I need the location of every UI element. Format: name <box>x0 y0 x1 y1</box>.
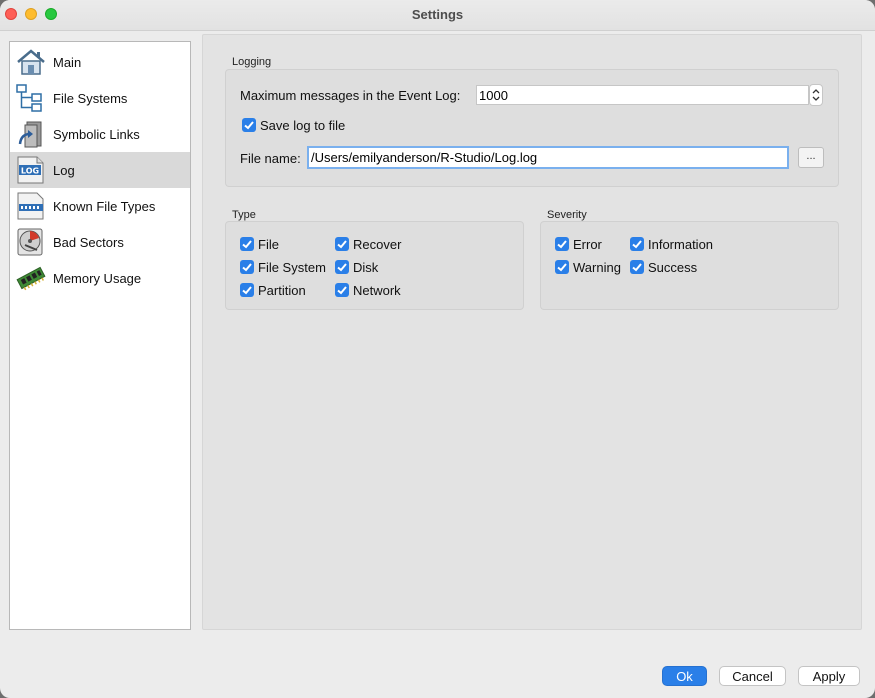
house-icon <box>17 49 45 75</box>
window-title: Settings <box>411 7 464 22</box>
file-name-label: File name: <box>240 151 301 166</box>
sidebar-item-log[interactable]: LOG Log <box>10 152 190 188</box>
checkmark-icon <box>557 263 567 272</box>
title-bar: Settings <box>0 0 875 31</box>
type-partition-checkbox[interactable] <box>240 283 254 297</box>
checkmark-icon <box>632 240 642 249</box>
sidebar-item-label: File Systems <box>53 91 128 106</box>
severity-success-checkbox[interactable] <box>630 260 644 274</box>
type-group-title: Type <box>232 209 256 221</box>
checkmark-icon <box>557 240 567 249</box>
file-name-input[interactable]: /Users/emilyanderson/R-Studio/Log.log <box>307 146 789 169</box>
checkmark-icon <box>632 263 642 272</box>
memory-chip-icon <box>16 266 46 291</box>
cancel-button[interactable]: Cancel <box>719 666 786 686</box>
checkmark-icon <box>242 263 252 272</box>
max-messages-input[interactable]: 1000 <box>476 85 809 105</box>
checkmark-icon <box>244 121 254 130</box>
checkmark-icon <box>242 286 252 295</box>
svg-text:LOG: LOG <box>21 167 39 176</box>
logging-group-title: Logging <box>232 56 272 68</box>
settings-window: Settings Main File Systems Symbolic Link… <box>0 0 875 698</box>
sidebar-item-file-systems[interactable]: File Systems <box>10 80 190 116</box>
sidebar-item-label: Symbolic Links <box>53 127 140 142</box>
browse-button[interactable]: ... <box>798 147 824 168</box>
save-log-label: Save log to file <box>260 118 346 133</box>
stepper-arrows-icon <box>812 89 820 101</box>
checkmark-icon <box>337 286 347 295</box>
sidebar-item-memory-usage[interactable]: Memory Usage <box>10 260 190 296</box>
type-recover-label: Recover <box>353 237 402 252</box>
sidebar-item-label: Log <box>53 163 75 178</box>
file-types-icon <box>17 192 44 220</box>
sidebar-item-label: Known File Types <box>53 199 156 214</box>
symbolic-link-icon <box>18 121 42 148</box>
sidebar-item-label: Main <box>53 55 82 70</box>
type-file-system-label: File System <box>258 260 326 275</box>
severity-information-checkbox[interactable] <box>630 237 644 251</box>
severity-warning-checkbox[interactable] <box>555 260 569 274</box>
type-recover-checkbox[interactable] <box>335 237 349 251</box>
type-file-label: File <box>258 237 279 252</box>
max-messages-stepper[interactable] <box>809 84 823 106</box>
severity-error-label: Error <box>573 237 602 252</box>
type-disk-checkbox[interactable] <box>335 260 349 274</box>
severity-error-checkbox[interactable] <box>555 237 569 251</box>
type-network-label: Network <box>353 283 401 298</box>
checkmark-icon <box>337 263 347 272</box>
settings-sidebar: Main File Systems Symbolic Links LOG Log… <box>9 41 191 630</box>
severity-warning-label: Warning <box>573 260 621 275</box>
sidebar-item-symbolic-links[interactable]: Symbolic Links <box>10 116 190 152</box>
severity-success-label: Success <box>648 260 698 275</box>
max-messages-label: Maximum messages in the Event Log: <box>240 88 461 103</box>
checkmark-icon <box>242 240 252 249</box>
sidebar-item-label: Bad Sectors <box>53 235 124 250</box>
type-disk-label: Disk <box>353 260 379 275</box>
type-network-checkbox[interactable] <box>335 283 349 297</box>
severity-information-label: Information <box>648 237 714 252</box>
save-log-checkbox[interactable] <box>242 118 256 132</box>
type-file-checkbox[interactable] <box>240 237 254 251</box>
log-document-icon: LOG <box>17 156 44 184</box>
apply-button[interactable]: Apply <box>798 666 860 686</box>
type-file-system-checkbox[interactable] <box>240 260 254 274</box>
sidebar-item-label: Memory Usage <box>53 271 142 286</box>
type-partition-label: Partition <box>258 283 306 298</box>
sidebar-item-known-file-types[interactable]: Known File Types <box>10 188 190 224</box>
sidebar-item-bad-sectors[interactable]: Bad Sectors <box>10 224 190 260</box>
checkmark-icon <box>337 240 347 249</box>
ok-button[interactable]: Ok <box>662 666 707 686</box>
tree-structure-icon <box>16 84 42 112</box>
bad-sectors-disk-icon <box>17 228 43 256</box>
severity-group-title: Severity <box>547 209 587 221</box>
sidebar-item-main[interactable]: Main <box>10 44 190 80</box>
